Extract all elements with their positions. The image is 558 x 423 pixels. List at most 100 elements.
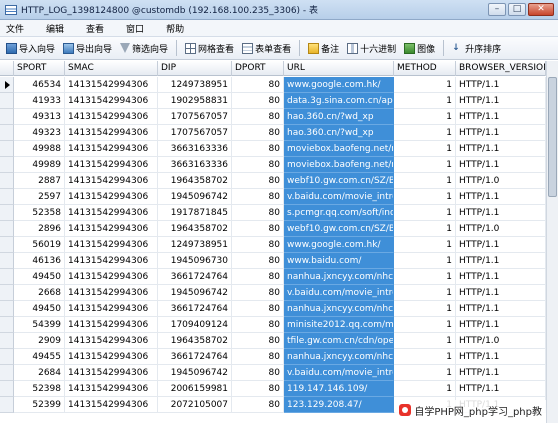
cell-method[interactable]: 1 [394,125,456,141]
cell-smac[interactable]: 14131542994306 [65,77,158,93]
cell-sport[interactable]: 49988 [14,141,65,157]
cell-sport[interactable]: 2887 [14,173,65,189]
cell-browser-version[interactable]: HTTP/1.0 [456,333,546,349]
cell-url[interactable]: data.3g.sina.com.cn/api/i [284,93,394,109]
row-indicator[interactable] [0,109,14,125]
cell-method[interactable]: 1 [394,317,456,333]
row-indicator[interactable] [0,93,14,109]
row-indicator[interactable] [0,269,14,285]
cell-method[interactable]: 1 [394,93,456,109]
cell-method[interactable]: 1 [394,205,456,221]
table-row[interactable]: 49323 14131542994306 1707567057 80 hao.360.c… [0,125,558,141]
hex-button[interactable]: 十六进制 [347,42,396,55]
table-row[interactable]: 52358 14131542994306 1917871845 80 s.pcmgr.q… [0,205,558,221]
cell-sport[interactable]: 52358 [14,205,65,221]
cell-browser-version[interactable]: HTTP/1.1 [456,365,546,381]
cell-dport[interactable]: 80 [232,253,284,269]
cell-smac[interactable]: 14131542994306 [65,333,158,349]
table-row[interactable]: 2909 14131542994306 1964358702 80 tfile.gw.c… [0,333,558,349]
cell-sport[interactable]: 56019 [14,237,65,253]
cell-dip[interactable]: 1964358702 [158,221,232,237]
row-indicator[interactable] [0,397,14,413]
memo-button[interactable]: 备注 [308,42,339,55]
cell-url[interactable]: moviebox.baofeng.net/ne [284,157,394,173]
cell-dip[interactable]: 1709409124 [158,317,232,333]
column-header-smac[interactable]: SMAC [65,61,158,76]
cell-url[interactable]: v.baidu.com/movie_intro/ [284,365,394,381]
cell-sport[interactable]: 46136 [14,253,65,269]
cell-url[interactable]: s.pcmgr.qq.com/soft/ind [284,205,394,221]
form-view-button[interactable]: 表单查看 [242,42,291,55]
cell-browser-version[interactable]: HTTP/1.1 [456,77,546,93]
cell-dip[interactable]: 1707567057 [158,109,232,125]
row-indicator[interactable] [0,253,14,269]
cell-url[interactable]: www.google.com.hk/ [284,77,394,93]
table-row[interactable]: 2597 14131542994306 1945096742 80 v.baidu.co… [0,189,558,205]
cell-dport[interactable]: 80 [232,285,284,301]
row-indicator[interactable] [0,125,14,141]
cell-dip[interactable]: 2072105007 [158,397,232,413]
table-row[interactable]: 49455 14131542994306 3661724764 80 nanhua.jx… [0,349,558,365]
cell-dport[interactable]: 80 [232,365,284,381]
menu-view[interactable]: 查看 [86,22,104,35]
cell-method[interactable]: 1 [394,349,456,365]
cell-dport[interactable]: 80 [232,109,284,125]
cell-dip[interactable]: 3661724764 [158,349,232,365]
cell-sport[interactable]: 2668 [14,285,65,301]
cell-smac[interactable]: 14131542994306 [65,205,158,221]
cell-browser-version[interactable]: HTTP/1.1 [456,157,546,173]
cell-dport[interactable]: 80 [232,157,284,173]
row-indicator[interactable] [0,205,14,221]
cell-method[interactable]: 1 [394,365,456,381]
row-indicator[interactable] [0,173,14,189]
cell-url[interactable]: moviebox.baofeng.net/ne [284,141,394,157]
table-row[interactable]: 49988 14131542994306 3663163336 80 moviebox.… [0,141,558,157]
column-header-url[interactable]: URL [284,61,394,76]
cell-url[interactable]: v.baidu.com/movie_intro/ [284,285,394,301]
row-indicator[interactable] [0,285,14,301]
cell-browser-version[interactable]: HTTP/1.1 [456,381,546,397]
row-indicator[interactable] [0,237,14,253]
cell-smac[interactable]: 14131542994306 [65,397,158,413]
cell-method[interactable]: 1 [394,189,456,205]
cell-dip[interactable]: 1249738951 [158,237,232,253]
menu-file[interactable]: 文件 [6,22,24,35]
cell-url[interactable]: 119.147.146.109/ [284,381,394,397]
row-indicator[interactable] [0,333,14,349]
menu-window[interactable]: 窗口 [126,22,144,35]
cell-method[interactable]: 1 [394,269,456,285]
table-row[interactable]: 2668 14131542994306 1945096742 80 v.baidu.co… [0,285,558,301]
cell-method[interactable]: 1 [394,237,456,253]
cell-sport[interactable]: 49989 [14,157,65,173]
cell-url[interactable]: nanhua.jxncyy.com/nhcrm [284,269,394,285]
cell-dport[interactable]: 80 [232,205,284,221]
cell-dport[interactable]: 80 [232,141,284,157]
minimize-button[interactable]: – [488,3,506,16]
cell-method[interactable]: 1 [394,285,456,301]
row-indicator[interactable] [0,301,14,317]
scrollbar-thumb[interactable] [548,77,557,197]
cell-dport[interactable]: 80 [232,381,284,397]
table-row[interactable]: 41933 14131542994306 1902958831 80 data.3g.s… [0,93,558,109]
cell-method[interactable]: 1 [394,109,456,125]
cell-smac[interactable]: 14131542994306 [65,221,158,237]
row-indicator[interactable] [0,365,14,381]
vertical-scrollbar[interactable] [546,61,558,423]
export-wizard-button[interactable]: 导出向导 [63,42,112,55]
cell-smac[interactable]: 14131542994306 [65,253,158,269]
cell-method[interactable]: 1 [394,381,456,397]
cell-dport[interactable]: 80 [232,333,284,349]
cell-dport[interactable]: 80 [232,125,284,141]
cell-browser-version[interactable]: HTTP/1.1 [456,285,546,301]
cell-smac[interactable]: 14131542994306 [65,189,158,205]
cell-sport[interactable]: 49455 [14,349,65,365]
cell-dip[interactable]: 1902958831 [158,93,232,109]
cell-url[interactable]: webf10.gw.com.cn/SZ/B1 [284,221,394,237]
cell-method[interactable]: 1 [394,333,456,349]
cell-sport[interactable]: 2909 [14,333,65,349]
cell-dport[interactable]: 80 [232,77,284,93]
cell-smac[interactable]: 14131542994306 [65,285,158,301]
cell-sport[interactable]: 2896 [14,221,65,237]
cell-smac[interactable]: 14131542994306 [65,349,158,365]
row-indicator[interactable] [0,189,14,205]
